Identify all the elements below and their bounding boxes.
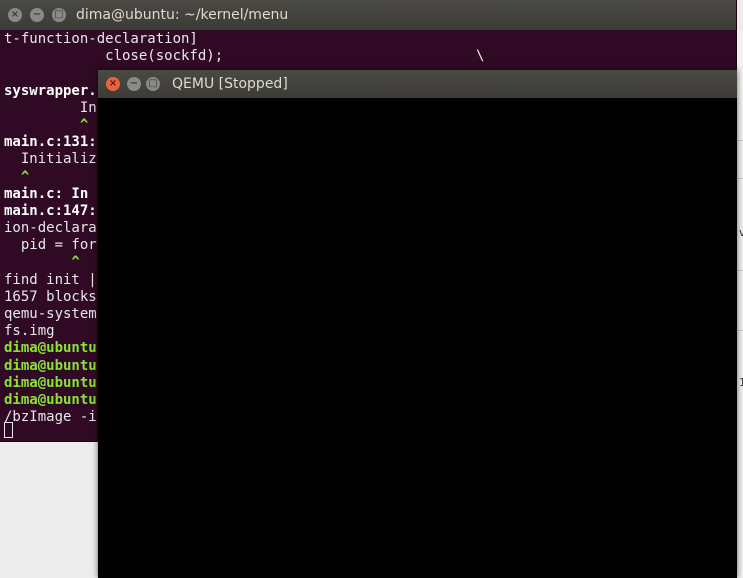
close-icon[interactable]: × <box>8 8 22 22</box>
qemu-titlebar[interactable]: × − □ QEMU [Stopped] <box>98 70 737 98</box>
terminal-title: dima@ubuntu: ~/kernel/menu <box>76 7 289 23</box>
terminal-cursor <box>4 422 13 438</box>
terminal-line: close(sockfd); \ <box>4 48 485 65</box>
maximize-icon[interactable]: □ <box>52 8 66 22</box>
qemu-display[interactable] <box>98 98 737 578</box>
maximize-icon[interactable]: □ <box>146 77 160 91</box>
qemu-title: QEMU [Stopped] <box>172 76 288 92</box>
background-text-fragment: v <box>739 226 743 239</box>
terminal-line: t-function-declaration] <box>4 31 198 47</box>
minimize-icon[interactable]: − <box>127 77 141 91</box>
close-icon[interactable]: × <box>106 77 120 91</box>
terminal-titlebar[interactable]: × − □ dima@ubuntu: ~/kernel/menu <box>0 0 736 30</box>
background-text-fragment: 1 <box>739 376 743 389</box>
minimize-icon[interactable]: − <box>30 8 44 22</box>
qemu-window[interactable]: × − □ QEMU [Stopped] <box>98 70 737 578</box>
